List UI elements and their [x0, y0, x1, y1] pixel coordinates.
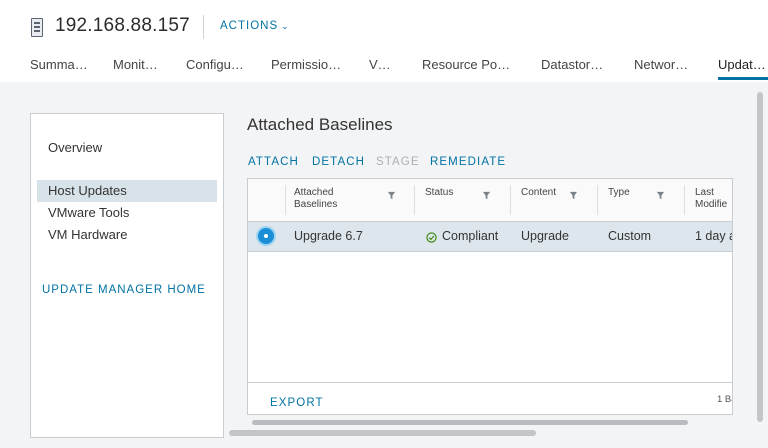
- column-header-last-modified[interactable]: Last Modifie: [695, 187, 727, 211]
- remediate-button[interactable]: REMEDIATE: [430, 156, 506, 168]
- actions-menu-button[interactable]: ACTIONS ⌄: [220, 20, 290, 32]
- tab-datastores[interactable]: Datastor…: [541, 57, 603, 72]
- check-circle-icon: [426, 232, 437, 243]
- item-count: 1 Ba: [717, 394, 732, 405]
- export-button[interactable]: EXPORT: [270, 397, 324, 409]
- cell-last-modified: 1 day a: [695, 229, 733, 243]
- column-separator: [597, 185, 598, 215]
- tab-permissions[interactable]: Permissio…: [271, 57, 341, 72]
- nav-item-vm-hardware[interactable]: VM Hardware: [48, 227, 127, 242]
- page-title: Attached Baselines: [247, 115, 393, 134]
- cell-content: Upgrade: [521, 229, 569, 243]
- detach-button[interactable]: DETACH: [312, 156, 365, 168]
- stage-button[interactable]: STAGE: [376, 156, 420, 168]
- table-row[interactable]: Upgrade 6.7 Compliant Upgrade Custom 1 d…: [248, 222, 732, 252]
- tab-updates[interactable]: Updat…: [718, 57, 768, 80]
- update-manager-home-link[interactable]: UPDATE MANAGER HOME: [42, 284, 206, 296]
- vertical-scrollbar-thumb[interactable]: [757, 92, 763, 422]
- column-header-content[interactable]: Content: [521, 187, 556, 199]
- filter-icon[interactable]: [482, 191, 491, 200]
- column-separator: [510, 185, 511, 215]
- nav-item-vmware-tools[interactable]: VMware Tools: [48, 205, 129, 220]
- cell-status: Compliant: [442, 229, 499, 243]
- cell-type: Custom: [608, 229, 652, 243]
- filter-icon[interactable]: [387, 191, 396, 200]
- tab-bar: Summa… Monit… Configu… Permissio… V… Res…: [0, 56, 768, 83]
- attach-button[interactable]: ATTACH: [248, 156, 299, 168]
- filter-icon[interactable]: [656, 191, 665, 200]
- actions-label: ACTIONS: [220, 20, 279, 32]
- tab-summary[interactable]: Summa…: [30, 57, 88, 72]
- row-select-radio[interactable]: [258, 228, 274, 244]
- column-separator: [285, 185, 286, 215]
- tab-resource-pools[interactable]: Resource Po…: [422, 57, 510, 72]
- tab-monitor[interactable]: Monit…: [113, 57, 158, 72]
- chevron-down-icon: ⌄: [281, 21, 290, 31]
- column-header-attached-baselines[interactable]: Attached Baselines: [294, 187, 337, 211]
- horizontal-scrollbar-thumb[interactable]: [229, 430, 536, 436]
- host-icon: [31, 18, 43, 37]
- tab-configure[interactable]: Configu…: [186, 57, 244, 72]
- nav-item-overview[interactable]: Overview: [48, 140, 102, 155]
- column-separator: [414, 185, 415, 215]
- tab-vms[interactable]: V…: [369, 57, 391, 72]
- host-title: 192.168.88.157: [55, 15, 190, 36]
- tab-networks[interactable]: Networ…: [634, 57, 688, 72]
- nav-item-host-updates[interactable]: Host Updates: [37, 180, 217, 202]
- column-header-type[interactable]: Type: [608, 187, 630, 199]
- updates-side-nav: Overview Host Updates VMware Tools VM Ha…: [30, 113, 224, 438]
- grid-footer: EXPORT 1 Ba: [248, 382, 732, 414]
- baselines-grid: Attached Baselines Status Content Type La…: [247, 178, 733, 415]
- filter-icon[interactable]: [569, 191, 578, 200]
- column-separator: [684, 185, 685, 215]
- header-divider: [203, 15, 204, 39]
- grid-horizontal-scrollbar[interactable]: [252, 420, 688, 425]
- grid-header: Attached Baselines Status Content Type La…: [248, 179, 732, 222]
- column-header-status[interactable]: Status: [425, 187, 453, 199]
- cell-baseline: Upgrade 6.7: [294, 229, 363, 243]
